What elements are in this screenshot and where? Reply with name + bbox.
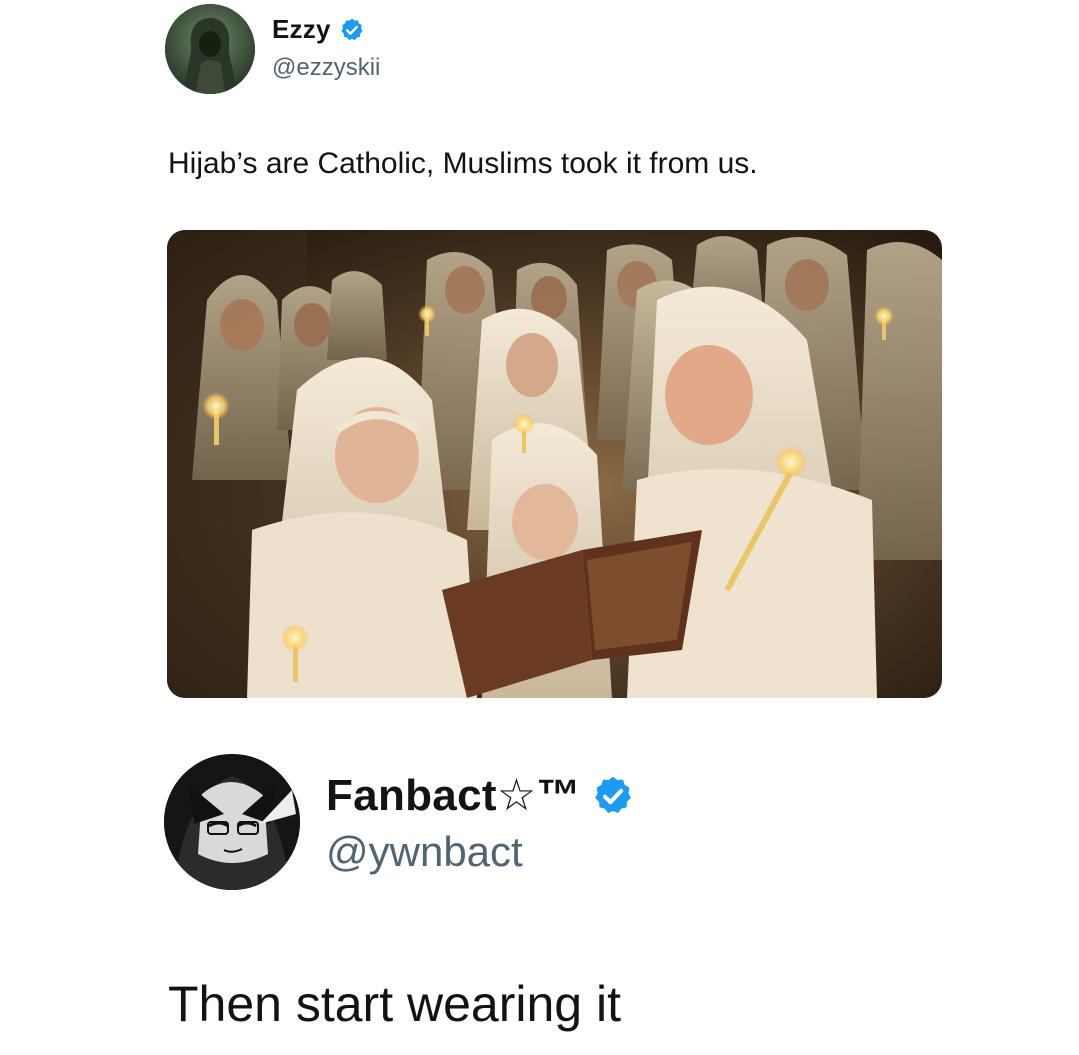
display-name[interactable]: Fanbact☆™ [326, 770, 581, 821]
tweet-card-fanbact[interactable]: Fanbact☆™ @ywnbact Then start wearing it [0, 730, 1079, 1055]
tweet-card-ezzy[interactable]: Ezzy @ezzyskii Hijab’s are Catholic, Mus… [0, 0, 1079, 730]
display-name[interactable]: Ezzy [272, 14, 331, 45]
anime-character-avatar-icon [164, 754, 300, 890]
user-handle[interactable]: @ezzyskii [272, 54, 380, 82]
tweet-text: Hijab’s are Catholic, Muslims took it fr… [168, 147, 758, 180]
avatar-fanbact[interactable] [164, 754, 300, 890]
tweet-media-image[interactable] [167, 230, 942, 698]
verified-badge-icon [339, 17, 365, 43]
verified-badge-icon [591, 774, 635, 818]
avatar-ezzy[interactable] [165, 4, 255, 94]
candlelit-girls-photo-icon [167, 230, 942, 698]
hooded-figure-avatar-icon [165, 4, 255, 94]
user-handle[interactable]: @ywnbact [326, 828, 523, 876]
tweet-text: Then start wearing it [168, 976, 621, 1032]
